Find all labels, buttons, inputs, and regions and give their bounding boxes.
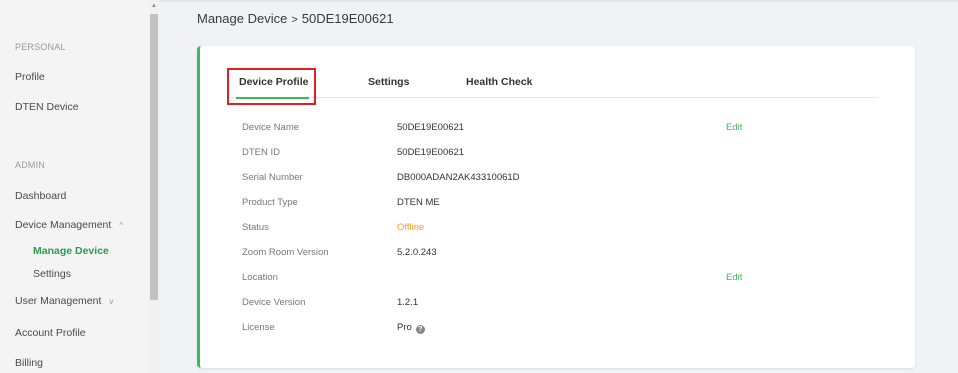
detail-value: DTEN ME: [397, 197, 440, 208]
sidebar: PERSONAL Profile DTEN Device ADMIN Dashb…: [0, 0, 149, 373]
detail-value: 5.2.0.243: [397, 247, 437, 258]
detail-label: Device Name: [242, 122, 300, 133]
detail-label: Zoom Room Version: [242, 247, 329, 258]
edit-location-link[interactable]: Edit: [726, 272, 742, 283]
sidebar-item-account-profile[interactable]: Account Profile: [15, 327, 86, 339]
sidebar-item-dashboard[interactable]: Dashboard: [15, 190, 66, 202]
breadcrumb-current: 50DE19E00621: [301, 11, 394, 26]
detail-row-device-version: Device Version 1.2.1: [242, 297, 892, 313]
status-badge: Offline: [397, 222, 425, 233]
detail-label: DTEN ID: [242, 147, 280, 158]
detail-row-status: Status Offline: [242, 222, 892, 238]
sidebar-item-settings[interactable]: Settings: [33, 268, 71, 280]
detail-value-wrapper: Pro?: [397, 322, 425, 334]
tab-health-check[interactable]: Health Check: [466, 76, 533, 88]
top-divider: [159, 0, 958, 2]
sidebar-item-user-management[interactable]: User Management v: [15, 295, 113, 307]
detail-value: Pro: [397, 322, 412, 333]
detail-row-license: License Pro?: [242, 322, 892, 338]
detail-label: Device Version: [242, 297, 306, 308]
highlight-annotation-box: [227, 68, 316, 105]
detail-value: DB000ADAN2AK43310061D: [397, 172, 520, 183]
device-detail-card: Device Profile Settings Health Check Dev…: [197, 46, 915, 368]
tab-bar: Device Profile Settings Health Check: [228, 68, 878, 99]
sidebar-item-billing[interactable]: Billing: [15, 357, 43, 369]
sidebar-scrollbar[interactable]: ▲: [149, 0, 159, 373]
detail-value: 50DE19E00621: [397, 122, 465, 133]
detail-row-serial-number: Serial Number DB000ADAN2AK43310061D: [242, 172, 892, 188]
sidebar-item-dten-device[interactable]: DTEN Device: [15, 101, 79, 113]
section-admin: ADMIN: [15, 160, 45, 170]
sidebar-item-manage-device[interactable]: Manage Device: [33, 245, 109, 257]
detail-row-location: Location Edit: [242, 272, 892, 288]
breadcrumb-separator: >: [291, 14, 298, 26]
detail-label: Location: [242, 272, 278, 283]
sidebar-item-profile[interactable]: Profile: [15, 71, 45, 83]
breadcrumb: Manage Device >50DE19E00621: [197, 11, 394, 26]
detail-row-dten-id: DTEN ID 50DE19E00621: [242, 147, 892, 163]
sidebar-item-label: User Management: [15, 295, 102, 307]
detail-row-product-type: Product Type DTEN ME: [242, 197, 892, 213]
detail-value: 1.2.1: [397, 297, 419, 308]
scrollbar-thumb[interactable]: [150, 14, 158, 300]
question-circle-icon[interactable]: ?: [415, 325, 425, 334]
main-content: Manage Device >50DE19E00621 Device Profil…: [159, 0, 958, 373]
tab-settings[interactable]: Settings: [368, 76, 409, 88]
edit-device-name-link[interactable]: Edit: [726, 122, 742, 133]
detail-label: Serial Number: [242, 172, 303, 183]
breadcrumb-parent[interactable]: Manage Device: [197, 11, 287, 26]
sidebar-item-device-management[interactable]: Device Management ^: [15, 219, 123, 231]
scroll-up-arrow-icon[interactable]: ▲: [151, 3, 157, 9]
detail-value: 50DE19E00621: [397, 147, 465, 158]
detail-label: Status: [242, 222, 269, 233]
detail-row-device-name: Device Name 50DE19E00621 Edit: [242, 122, 892, 138]
chevron-up-icon: ^: [119, 221, 124, 230]
detail-label: License: [242, 322, 275, 333]
detail-label: Product Type: [242, 197, 298, 208]
detail-row-zoom-room-version: Zoom Room Version 5.2.0.243: [242, 247, 892, 263]
section-personal: PERSONAL: [15, 42, 66, 52]
sidebar-item-label: Device Management: [15, 219, 112, 231]
chevron-down-icon: v: [109, 297, 114, 306]
